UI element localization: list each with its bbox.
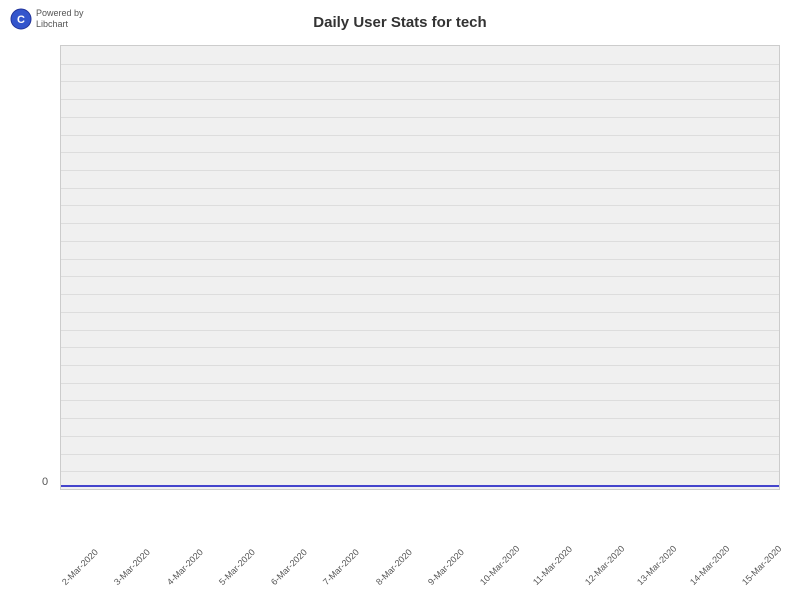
x-label-wrap-1: 3-Mar-2020 — [112, 580, 152, 590]
x-label-10: 12-Mar-2020 — [583, 552, 618, 587]
x-label-wrap-6: 8-Mar-2020 — [374, 580, 414, 590]
x-label-wrap-7: 9-Mar-2020 — [426, 580, 466, 590]
x-label-6: 8-Mar-2020 — [374, 552, 409, 587]
y-axis: 0 — [42, 45, 48, 490]
x-label-2: 4-Mar-2020 — [165, 552, 200, 587]
x-label-wrap-11: 13-Mar-2020 — [635, 580, 675, 590]
chart-title: Daily User Stats for tech — [0, 14, 800, 31]
y-axis-label-0: 0 — [42, 476, 48, 490]
x-label-wrap-9: 11-Mar-2020 — [531, 580, 571, 590]
x-label-4: 6-Mar-2020 — [269, 552, 304, 587]
x-label-wrap-12: 14-Mar-2020 — [688, 580, 728, 590]
x-label-wrap-8: 10-Mar-2020 — [478, 580, 518, 590]
x-label-wrap-5: 7-Mar-2020 — [321, 580, 361, 590]
x-label-3: 5-Mar-2020 — [217, 552, 252, 587]
x-label-7: 9-Mar-2020 — [426, 552, 461, 587]
x-label-9: 11-Mar-2020 — [531, 552, 566, 587]
x-label-wrap-13: 15-Mar-2020 — [740, 580, 780, 590]
chart-container: C Powered by Libchart Daily User Stats f… — [0, 0, 800, 600]
x-label-8: 10-Mar-2020 — [478, 552, 513, 587]
x-label-12: 14-Mar-2020 — [688, 552, 723, 587]
x-label-wrap-0: 2-Mar-2020 — [60, 580, 100, 590]
x-axis: 2-Mar-2020 3-Mar-2020 4-Mar-2020 5-Mar-2… — [60, 580, 780, 590]
x-label-wrap-4: 6-Mar-2020 — [269, 580, 309, 590]
x-label-5: 7-Mar-2020 — [321, 552, 356, 587]
x-label-wrap-10: 12-Mar-2020 — [583, 580, 623, 590]
chart-plot-area — [60, 45, 780, 490]
x-label-13: 15-Mar-2020 — [740, 552, 775, 587]
x-label-wrap-2: 4-Mar-2020 — [165, 580, 205, 590]
x-label-1: 3-Mar-2020 — [112, 552, 147, 587]
grid-lines — [61, 46, 779, 489]
x-label-0: 2-Mar-2020 — [60, 552, 95, 587]
data-line — [61, 485, 779, 487]
x-label-wrap-3: 5-Mar-2020 — [217, 580, 257, 590]
x-label-11: 13-Mar-2020 — [635, 552, 670, 587]
